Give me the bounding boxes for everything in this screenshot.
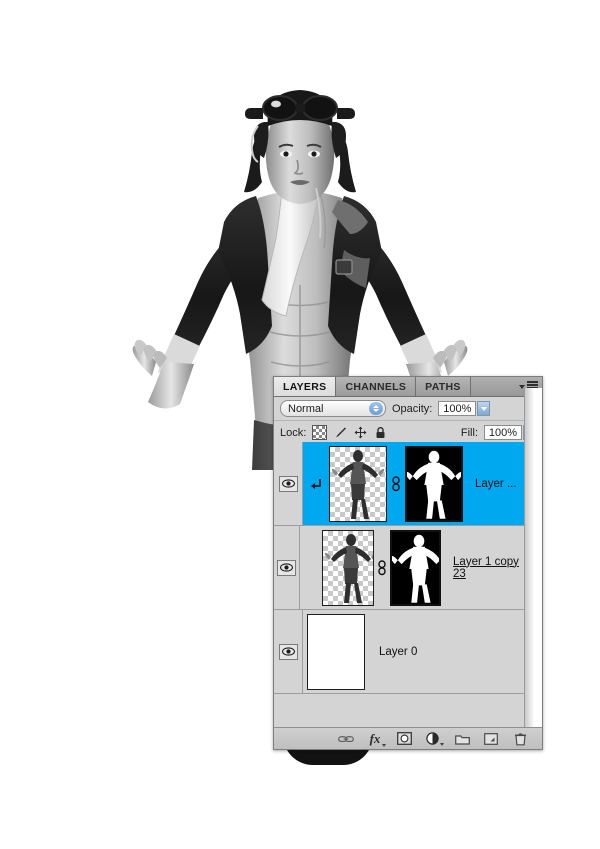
layer-mask-link-icon[interactable] — [387, 475, 405, 492]
tab-channels[interactable]: CHANNELS — [336, 377, 417, 396]
layer-name-input[interactable]: Layer 1 copy 23 — [453, 556, 525, 580]
blend-mode-stepper-icon[interactable] — [369, 402, 383, 415]
panel-tab-bar[interactable]: LAYERS CHANNELS PATHS — [274, 377, 542, 397]
layer-list[interactable]: Layer ... Layer 1 copy 23 Layer 0 — [274, 442, 525, 727]
fx-label: fx — [369, 730, 381, 746]
new-adjustment-layer-icon[interactable] — [425, 731, 444, 747]
add-layer-mask-icon[interactable] — [396, 731, 412, 747]
blend-mode-select[interactable]: Normal — [280, 400, 386, 417]
eye-icon[interactable] — [278, 475, 298, 492]
panel-right-edge — [524, 388, 542, 727]
lock-transparent-pixels-icon[interactable] — [312, 425, 328, 440]
new-group-folder-icon[interactable] — [454, 731, 470, 747]
layer-row[interactable]: Layer ... — [274, 442, 525, 526]
blend-mode-value: Normal — [288, 402, 324, 415]
opacity-label: Opacity: — [392, 402, 433, 415]
lock-icon-group[interactable] — [312, 425, 387, 440]
tab-paths[interactable]: PATHS — [416, 377, 471, 396]
fill-input[interactable]: 100% — [484, 425, 522, 440]
layer-name[interactable]: Layer 0 — [379, 646, 417, 658]
delete-layer-trash-icon[interactable] — [512, 731, 528, 747]
opacity-dropdown-icon[interactable] — [477, 401, 491, 416]
layers-panel-toolbar[interactable]: fx — [274, 727, 542, 749]
fx-chevron-icon — [382, 743, 386, 747]
clipping-mask-arrow-icon — [303, 477, 329, 491]
opacity-input[interactable]: 100% — [438, 401, 477, 416]
layer-visibility-cell[interactable] — [274, 442, 303, 525]
layer-thumbnail[interactable] — [307, 613, 365, 690]
layer-visibility-cell[interactable] — [274, 526, 300, 609]
layer-mask-link-icon[interactable] — [374, 559, 390, 576]
blend-opacity-row[interactable]: Normal Opacity: 100% — [274, 397, 542, 421]
lock-image-pixels-icon[interactable] — [334, 426, 347, 439]
layer-thumbnail[interactable] — [329, 445, 387, 522]
layer-style-fx-icon[interactable]: fx — [367, 730, 386, 747]
adjustment-chevron-icon — [440, 742, 444, 746]
layer-visibility-cell[interactable] — [274, 610, 303, 693]
layer-thumbnail[interactable] — [322, 529, 374, 606]
opacity-field[interactable]: 100% — [438, 401, 491, 416]
lock-position-icon[interactable] — [354, 426, 367, 439]
layer-mask-thumbnail[interactable] — [389, 529, 442, 606]
layers-panel[interactable]: LAYERS CHANNELS PATHS Normal Opacity: 10… — [273, 376, 543, 750]
lock-label: Lock: — [280, 426, 307, 439]
layer-mask-thumbnail[interactable] — [405, 445, 463, 522]
layer-name[interactable]: Layer ... — [475, 478, 517, 490]
fill-label: Fill: — [460, 426, 478, 439]
tab-layers[interactable]: LAYERS — [274, 377, 337, 396]
lock-all-icon[interactable] — [374, 426, 387, 439]
link-layers-icon[interactable] — [338, 731, 354, 747]
eye-icon[interactable] — [278, 643, 298, 660]
eye-icon[interactable] — [276, 559, 296, 576]
new-layer-icon[interactable] — [483, 731, 499, 747]
layer-row[interactable]: Layer 0 — [274, 610, 525, 694]
layer-row[interactable]: Layer 1 copy 23 — [274, 526, 525, 610]
tab-bar-filler — [470, 377, 514, 396]
